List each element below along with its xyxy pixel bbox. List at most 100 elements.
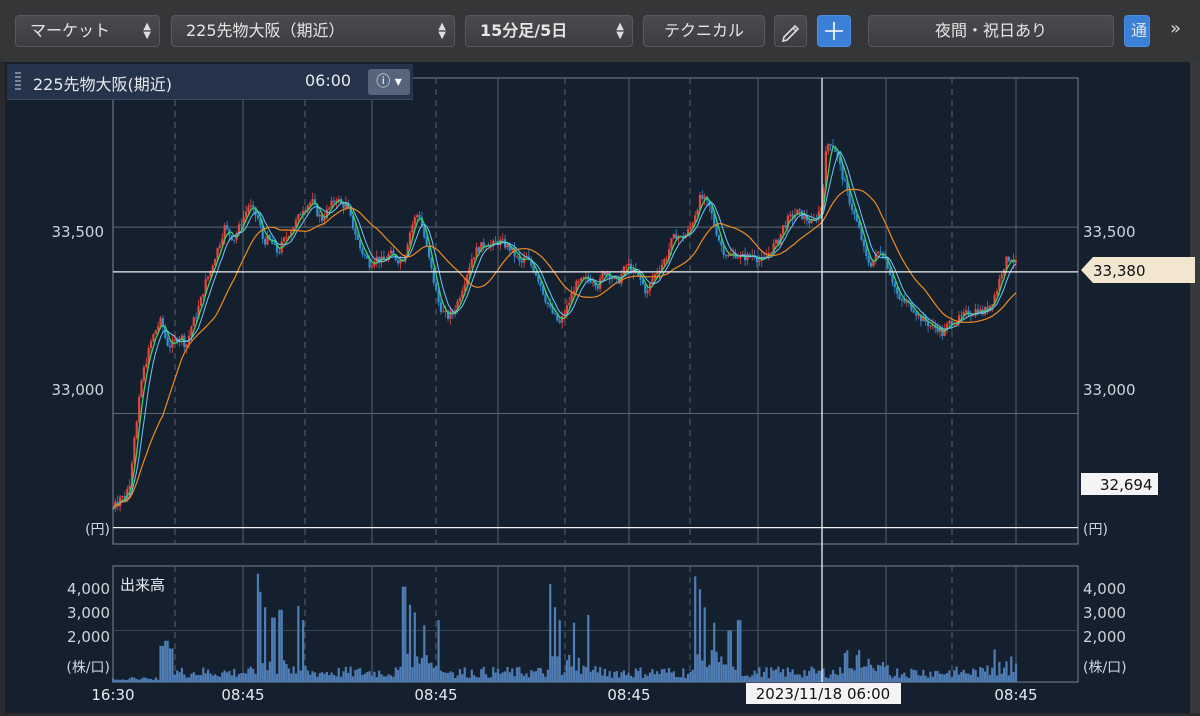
volume-bar xyxy=(746,675,749,682)
drag-handle-icon[interactable] xyxy=(15,72,21,92)
price-chart[interactable]: 33,500 33,000 (円) 33,500 33,000 (円) 33,3… xyxy=(0,0,1200,716)
volume-bar xyxy=(558,620,561,682)
volume-bar xyxy=(589,671,592,682)
volume-bar xyxy=(763,671,766,682)
candle-body xyxy=(584,276,587,278)
volume-bar xyxy=(335,676,338,682)
volume-bar xyxy=(123,679,126,682)
volume-bar xyxy=(427,663,431,682)
volume-bar xyxy=(501,672,504,682)
volume-bar xyxy=(641,677,645,682)
candle-body xyxy=(199,296,203,307)
candle-body xyxy=(244,211,248,217)
volume-bar xyxy=(812,668,816,682)
volume-bar xyxy=(187,677,191,682)
volume-bar xyxy=(297,605,300,682)
volume-bar xyxy=(665,672,668,682)
volume-bar xyxy=(302,620,305,682)
volume-bar xyxy=(774,669,778,682)
volume-bar xyxy=(679,677,683,682)
volume-bar xyxy=(230,675,233,682)
volume-bar xyxy=(121,679,124,682)
volume-bar xyxy=(416,656,419,682)
price-label-left: 33,000 xyxy=(52,381,105,399)
volume-bar xyxy=(154,677,157,682)
volume-bar xyxy=(437,620,440,682)
volume-bar xyxy=(420,657,424,682)
volume-bar xyxy=(1007,675,1010,682)
candle-body xyxy=(1000,274,1003,279)
volume-bar xyxy=(691,669,694,682)
volume-bar xyxy=(696,654,699,682)
volume-bar xyxy=(494,672,497,682)
volume-bar xyxy=(503,671,507,682)
volume-bar xyxy=(111,678,115,682)
volume-bar xyxy=(836,675,839,682)
volume-bar xyxy=(810,666,813,682)
volume-bar xyxy=(487,677,490,682)
volume-bar xyxy=(330,672,333,682)
volume-bar xyxy=(948,670,951,682)
candle-body xyxy=(561,315,564,323)
candle-body xyxy=(413,217,416,225)
candle-body xyxy=(877,251,880,254)
volume-bar xyxy=(615,671,618,682)
volume-bar xyxy=(195,675,198,682)
x-label: 16:30 xyxy=(91,686,134,704)
info-icon: ⓘ ▾ xyxy=(376,74,402,90)
volume-bar xyxy=(138,679,141,682)
candle-body xyxy=(363,253,366,256)
candle-body xyxy=(166,337,169,346)
volume-bar xyxy=(287,668,290,682)
volume-bar xyxy=(389,675,393,682)
candle-body xyxy=(435,282,438,291)
volume-bar xyxy=(508,672,511,682)
symbol-info-box[interactable]: 225先物大阪(期近) 06:00 ⓘ ▾ xyxy=(7,64,413,100)
volume-bar xyxy=(332,674,336,682)
volume-bar xyxy=(660,669,664,682)
candle-body xyxy=(342,203,345,208)
volume-bar xyxy=(527,677,530,682)
volume-bar xyxy=(218,676,222,682)
candle-body xyxy=(656,272,659,275)
volume-bar xyxy=(591,669,595,682)
volume-bar xyxy=(751,675,754,682)
volume-bar xyxy=(235,676,238,682)
volume-bar xyxy=(888,675,892,682)
volume-bar xyxy=(565,660,568,682)
candle-body xyxy=(425,237,428,246)
volume-bar xyxy=(869,664,873,682)
volume-bar xyxy=(164,640,167,682)
volume-bar xyxy=(907,678,911,682)
candle-body xyxy=(218,244,222,248)
candle-body xyxy=(297,214,300,220)
volume-bar xyxy=(149,678,153,682)
candle-body xyxy=(332,200,336,203)
candle-body xyxy=(900,298,904,301)
volume-bar xyxy=(551,656,554,682)
candle-body xyxy=(532,265,535,273)
volume-bar xyxy=(705,667,709,682)
volume-bar xyxy=(967,673,970,682)
candle-body xyxy=(891,275,894,283)
candle-body xyxy=(515,256,519,258)
volume-bar xyxy=(418,663,421,682)
info-button[interactable]: ⓘ ▾ xyxy=(368,69,410,95)
volume-bar xyxy=(204,673,207,682)
volume-bar xyxy=(915,670,918,682)
volume-bar xyxy=(323,673,326,682)
price-label-left: 33,500 xyxy=(52,223,105,241)
volume-bar xyxy=(972,668,975,682)
candle-body xyxy=(152,334,155,342)
crosshair-time-value: 2023/11/18 06:00 xyxy=(756,685,890,703)
candle-body xyxy=(689,227,692,230)
volume-bar xyxy=(273,617,276,682)
volume-bar xyxy=(689,672,692,682)
candle-body xyxy=(256,215,260,219)
candle-body xyxy=(285,237,288,239)
volume-bar xyxy=(152,679,155,682)
volume-bar xyxy=(223,670,226,682)
volume-bar xyxy=(282,660,286,682)
candle-body xyxy=(408,232,412,245)
volume-bar xyxy=(610,677,614,682)
